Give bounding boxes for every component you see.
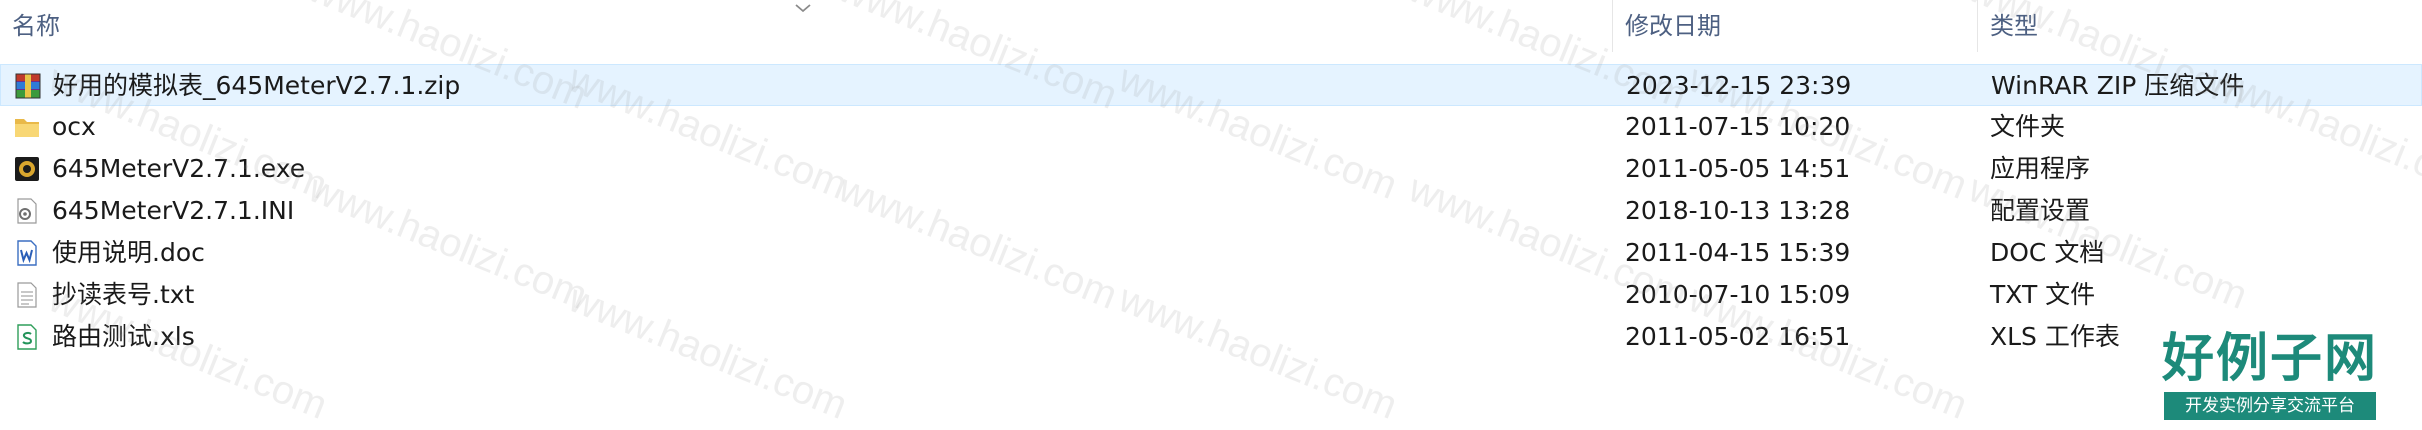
settings-file-icon [12, 197, 42, 225]
column-header-date-label: 修改日期 [1625, 12, 1721, 40]
file-row[interactable]: 使用说明.doc 2011-04-15 15:39 DOC 文档 [0, 232, 2422, 274]
spreadsheet-icon [12, 323, 42, 351]
file-name: 好用的模拟表_645MeterV2.7.1.zip [53, 71, 461, 100]
file-row[interactable]: 抄读表号.txt 2010-07-10 15:09 TXT 文件 [0, 274, 2422, 316]
column-header-date-modified[interactable]: 修改日期 [1613, 0, 1977, 52]
file-row[interactable]: 645MeterV2.7.1.INI 2018-10-13 13:28 配置设置 [0, 190, 2422, 232]
file-type: DOC 文档 [1990, 238, 2105, 267]
file-date-modified: 2011-05-05 14:51 [1625, 154, 1851, 183]
file-date-modified: 2011-07-15 10:20 [1625, 112, 1851, 141]
file-name: ocx [52, 112, 96, 141]
folder-icon [12, 113, 42, 141]
column-header-name-label: 名称 [12, 12, 60, 40]
file-type: 文件夹 [1990, 112, 2066, 141]
file-date-modified: 2010-07-10 15:09 [1625, 280, 1851, 309]
file-list: 好用的模拟表_645MeterV2.7.1.zip 2023-12-15 23:… [0, 64, 2422, 358]
file-date-modified: 2011-05-02 16:51 [1625, 322, 1851, 351]
file-date-modified: 2011-04-15 15:39 [1625, 238, 1851, 267]
logo-sub-text: 开发实例分享交流平台 [2164, 392, 2376, 420]
site-logo-watermark: 好例子网 开发实例分享交流平台 [2160, 330, 2380, 420]
file-row[interactable]: 路由测试.xls 2011-05-02 16:51 XLS 工作表 [0, 316, 2422, 358]
file-type: WinRAR ZIP 压缩文件 [1991, 71, 2245, 100]
file-name: 使用说明.doc [52, 238, 205, 267]
sort-chevron-icon [790, 0, 816, 16]
file-date-modified: 2018-10-13 13:28 [1625, 196, 1851, 225]
file-type: 配置设置 [1990, 196, 2091, 225]
file-name: 路由测试.xls [52, 322, 195, 351]
file-row[interactable]: ocx 2011-07-15 10:20 文件夹 [0, 106, 2422, 148]
file-name: 645MeterV2.7.1.INI [52, 196, 295, 225]
file-row[interactable]: 645MeterV2.7.1.exe 2011-05-05 14:51 应用程序 [0, 148, 2422, 190]
file-type: TXT 文件 [1990, 280, 2096, 309]
winrar-archive-icon [13, 72, 43, 100]
file-name: 645MeterV2.7.1.exe [52, 154, 306, 183]
text-file-icon [12, 281, 42, 309]
column-header-type[interactable]: 类型 [1978, 0, 2422, 52]
column-header-type-label: 类型 [1990, 12, 2038, 40]
file-date-modified: 2023-12-15 23:39 [1626, 71, 1852, 100]
file-type: XLS 工作表 [1990, 322, 2120, 351]
application-icon [12, 155, 42, 183]
column-header-bar: 名称 修改日期 类型 [0, 0, 2422, 52]
logo-main-text: 好例子网 [2161, 328, 2378, 389]
file-type: 应用程序 [1990, 154, 2091, 183]
word-document-icon [12, 239, 42, 267]
file-row[interactable]: 好用的模拟表_645MeterV2.7.1.zip 2023-12-15 23:… [0, 64, 2422, 106]
file-name: 抄读表号.txt [52, 280, 195, 309]
